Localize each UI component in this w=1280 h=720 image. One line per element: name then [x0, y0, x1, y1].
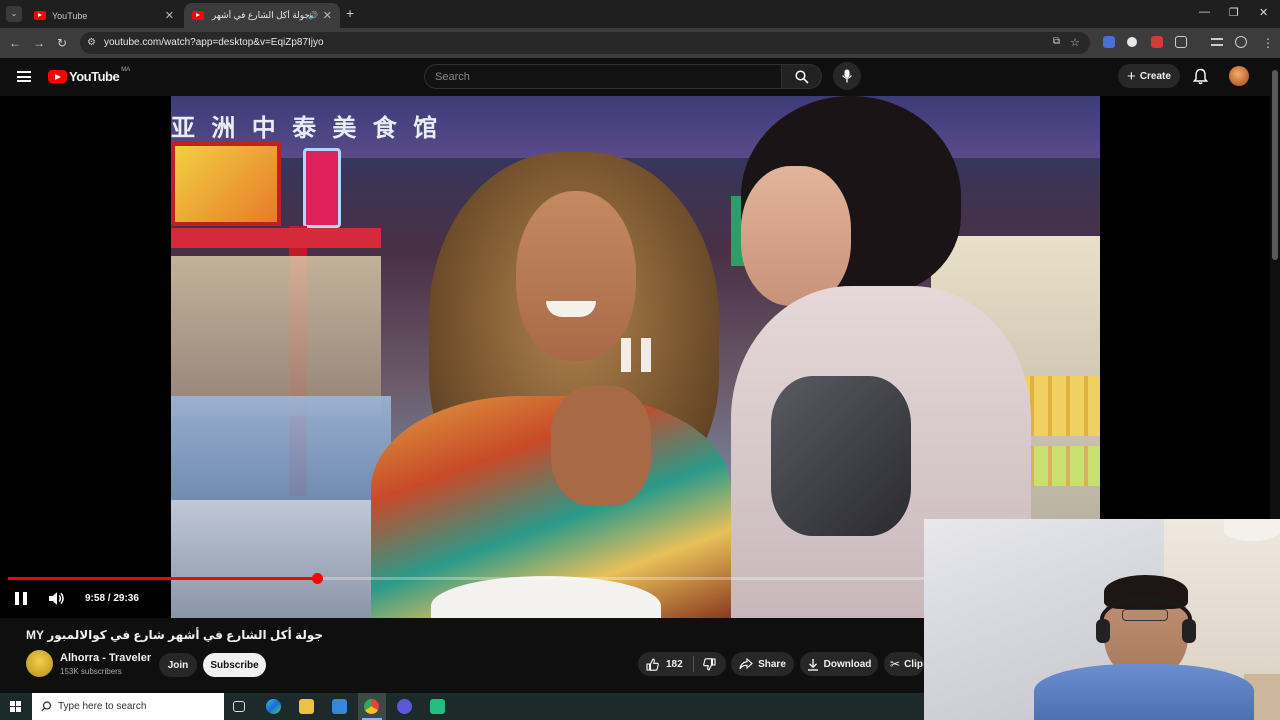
subscriber-count: 153K subscribers [60, 667, 122, 676]
hamburger-menu-icon[interactable] [17, 71, 31, 82]
puzzle-extensions-icon[interactable] [1175, 36, 1187, 48]
profile-icon[interactable] [1235, 36, 1247, 48]
clip-label: Clip [904, 658, 923, 670]
like-count: 182 [666, 658, 683, 670]
translate-extension-icon[interactable] [1103, 36, 1115, 48]
create-label: Create [1139, 70, 1171, 82]
volume-icon [49, 592, 64, 605]
close-icon[interactable]: ✕ [165, 9, 174, 22]
scissors-icon: ✂ [890, 657, 901, 671]
search-box[interactable] [424, 64, 782, 89]
back-icon[interactable]: ← [9, 36, 21, 50]
restore-icon[interactable]: ❐ [1229, 6, 1239, 19]
logo-text: YouTube [69, 69, 120, 84]
browser-tab-strip: ⌄ YouTube ✕ جولة أكل الشارع في أشهر شا 🔊… [0, 0, 1280, 28]
tab-video[interactable]: جولة أكل الشارع في أشهر شا 🔊 ✕ [184, 3, 340, 28]
video-title: جولة أكل الشارع في أشهر شارع في كوالالمب… [26, 628, 324, 642]
progress-fill [8, 577, 318, 580]
close-icon[interactable]: ✕ [323, 9, 332, 22]
plus-icon: + [1127, 67, 1136, 85]
microphone-icon [841, 69, 853, 83]
like-button[interactable]: 182 [646, 657, 683, 671]
tab-youtube[interactable]: YouTube ✕ [26, 3, 182, 28]
notifications-bell-icon[interactable] [1193, 68, 1208, 85]
taskbar-search-text: Type here to search [58, 701, 147, 712]
chrome-icon[interactable] [364, 699, 379, 714]
search-icon [41, 701, 52, 712]
download-label: Download [823, 658, 872, 670]
channel-name[interactable]: Alhorra - Traveler [60, 652, 151, 664]
pause-icon [15, 592, 19, 605]
taskbar: Type here to search [0, 693, 924, 720]
url-text[interactable]: youtube.com/watch?app=desktop&v=EqiZp87I… [104, 37, 324, 48]
share-button[interactable]: Share [731, 652, 794, 676]
storefront-sign: 亚 洲 中 泰 美 食 馆 [171, 114, 442, 142]
subscribe-label: Subscribe [210, 659, 259, 671]
youtube-favicon-icon [192, 11, 204, 20]
youtube-play-logo-icon [48, 70, 67, 83]
avatar[interactable] [1229, 66, 1249, 86]
tab-title: YouTube [52, 10, 88, 21]
dislike-button[interactable] [702, 657, 716, 671]
join-label: Join [167, 659, 189, 671]
menu-dots-icon[interactable]: ⋮ [1262, 36, 1274, 50]
obs-studio-icon[interactable] [397, 699, 412, 714]
reload-icon[interactable]: ↻ [57, 36, 67, 50]
extension-icon[interactable] [1127, 37, 1137, 47]
scrollbar-thumb[interactable] [1272, 70, 1278, 260]
download-icon [807, 658, 818, 671]
search-icon [795, 70, 809, 84]
youtube-header: YouTube MA + Create [0, 58, 1280, 96]
like-dislike-group: 182 [638, 652, 726, 676]
thumbs-up-icon [646, 657, 659, 671]
join-button[interactable]: Join [159, 653, 197, 677]
youtube-logo[interactable]: YouTube MA [48, 66, 131, 84]
close-window-icon[interactable]: ✕ [1259, 6, 1268, 19]
divider [692, 656, 694, 672]
clip-button[interactable]: ✂ Clip [884, 652, 924, 676]
address-bar[interactable]: ⚙ youtube.com/watch?app=desktop&v=EqiZp8… [80, 32, 1090, 54]
share-icon [739, 658, 753, 670]
store-icon[interactable] [332, 699, 347, 714]
media-control-icon[interactable] [1211, 38, 1223, 46]
volume-button[interactable] [48, 591, 65, 606]
site-info-icon[interactable]: ⚙ [87, 37, 96, 48]
browser-toolbar: ← → ↻ ⚙ youtube.com/watch?app=desktop&v=… [0, 28, 1280, 58]
create-button[interactable]: + Create [1118, 64, 1180, 88]
tab-search-button[interactable]: ⌄ [6, 6, 22, 22]
install-icon[interactable]: ⧉ [1053, 36, 1060, 47]
pause-overlay-icon[interactable] [621, 338, 651, 372]
download-button[interactable]: Download [800, 652, 878, 676]
progress-bar[interactable] [8, 573, 924, 584]
pdf-extension-icon[interactable] [1151, 36, 1163, 48]
search-button[interactable] [782, 64, 822, 89]
thumbs-down-icon [702, 657, 716, 671]
webcam-overlay [924, 519, 1280, 720]
play-pause-button[interactable] [15, 592, 27, 605]
file-explorer-icon[interactable] [299, 699, 314, 714]
speaker-icon: 🔊 [308, 11, 318, 20]
subscribe-button[interactable]: Subscribe [203, 653, 266, 677]
taskbar-search[interactable]: Type here to search [32, 693, 224, 720]
search-input[interactable] [425, 65, 781, 88]
app-icon[interactable] [430, 699, 445, 714]
channel-avatar[interactable] [26, 650, 53, 677]
voice-search-button[interactable] [833, 62, 861, 90]
edge-browser-icon[interactable] [266, 699, 281, 714]
forward-icon[interactable]: → [33, 36, 45, 50]
share-label: Share [758, 658, 786, 670]
youtube-favicon-icon [34, 11, 46, 20]
region-code: MA [121, 66, 131, 73]
tab-title: جولة أكل الشارع في أشهر شا [210, 10, 310, 20]
windows-start-icon[interactable] [10, 701, 21, 712]
task-view-icon[interactable] [233, 701, 245, 712]
new-tab-button[interactable]: + [346, 5, 354, 21]
bookmark-star-icon[interactable]: ☆ [1070, 36, 1080, 49]
time-display: 9:58 / 29:36 [85, 593, 139, 604]
minimize-icon[interactable]: — [1199, 6, 1210, 18]
